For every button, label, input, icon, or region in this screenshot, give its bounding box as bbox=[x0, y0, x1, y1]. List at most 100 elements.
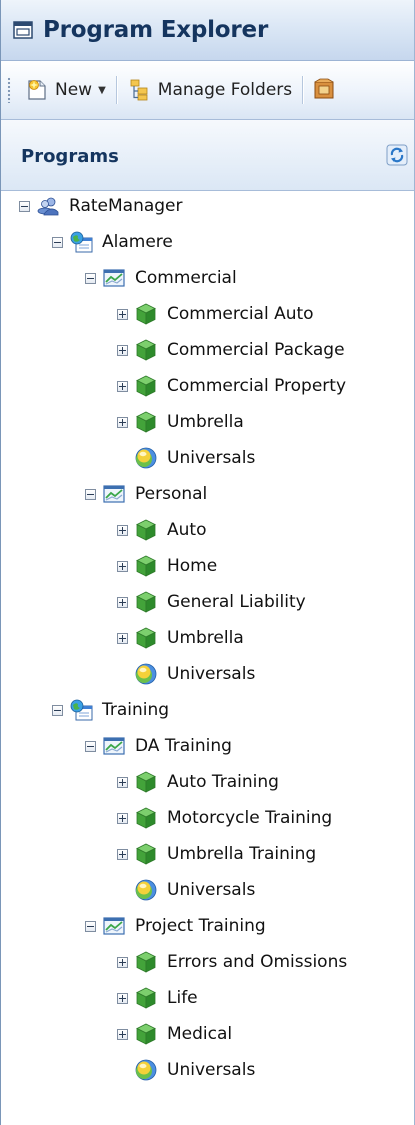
toolbar-overflow-button[interactable] bbox=[308, 72, 340, 108]
new-button-label: New bbox=[55, 80, 93, 100]
tree-node-label: Universals bbox=[167, 880, 256, 900]
program-cube-icon bbox=[136, 843, 156, 865]
program-cube-icon bbox=[136, 951, 156, 973]
tree-program-general-liability[interactable]: General Liability bbox=[117, 587, 306, 617]
tree-program-commercial-package[interactable]: Commercial Package bbox=[117, 335, 345, 365]
program-explorer-window: Program Explorer New ▼ Manage Folders Pr… bbox=[0, 0, 415, 1125]
expand-icon[interactable] bbox=[117, 560, 128, 572]
collapse-icon[interactable] bbox=[19, 200, 30, 212]
tree-folder-personal[interactable]: Personal bbox=[85, 479, 207, 509]
tree-node-label: Universals bbox=[167, 448, 256, 468]
tree-node-label: Commercial Auto bbox=[167, 304, 314, 324]
program-cube-icon bbox=[136, 591, 156, 613]
tree-universals[interactable]: Universals bbox=[117, 875, 255, 905]
expand-icon[interactable] bbox=[117, 380, 128, 392]
collapse-icon[interactable] bbox=[85, 920, 96, 932]
expand-icon[interactable] bbox=[117, 416, 128, 428]
tree-group-alamere[interactable]: Alamere bbox=[52, 227, 173, 257]
collapse-icon[interactable] bbox=[85, 272, 96, 284]
expand-icon[interactable] bbox=[117, 632, 128, 644]
tree-node-label: Home bbox=[167, 556, 218, 576]
tree-program-medical[interactable]: Medical bbox=[117, 1019, 232, 1049]
window-title: Program Explorer bbox=[43, 17, 269, 43]
globe-window-icon bbox=[70, 699, 93, 721]
window-panel-icon bbox=[13, 21, 33, 39]
tree-program-umbrella-training[interactable]: Umbrella Training bbox=[117, 839, 316, 869]
refresh-icon[interactable] bbox=[386, 144, 408, 166]
panel-title: Programs bbox=[21, 146, 119, 167]
tree-program-umbrella[interactable]: Umbrella bbox=[117, 407, 244, 437]
tree-universals[interactable]: Universals bbox=[117, 1055, 255, 1085]
globe-window-icon bbox=[70, 231, 93, 253]
new-dropdown-arrow-icon[interactable]: ▼ bbox=[98, 85, 106, 96]
tree-node-label: General Liability bbox=[167, 592, 306, 612]
tree-folder-commercial[interactable]: Commercial bbox=[85, 263, 237, 293]
tree-node-label: Errors and Omissions bbox=[167, 952, 348, 972]
tree-program-commercial-auto[interactable]: Commercial Auto bbox=[117, 299, 314, 329]
program-cube-icon bbox=[136, 807, 156, 829]
tree-program-home[interactable]: Home bbox=[117, 551, 217, 581]
tree-folder-da-training[interactable]: DA Training bbox=[85, 731, 232, 761]
manage-folders-icon bbox=[130, 79, 148, 101]
expand-icon[interactable] bbox=[117, 848, 128, 860]
program-cube-icon bbox=[136, 375, 156, 397]
tree-program-life[interactable]: Life bbox=[117, 983, 198, 1013]
program-cube-icon bbox=[136, 1023, 156, 1045]
manage-folders-label: Manage Folders bbox=[157, 80, 293, 100]
tree-node-label: Umbrella Training bbox=[167, 844, 317, 864]
new-button[interactable]: New ▼ bbox=[19, 72, 112, 108]
toolbar-separator bbox=[115, 76, 118, 104]
tree-program-errors-and-omissions[interactable]: Errors and Omissions bbox=[117, 947, 347, 977]
program-cube-icon bbox=[136, 339, 156, 361]
database-people-icon bbox=[37, 197, 59, 216]
tree-universals[interactable]: Universals bbox=[117, 659, 255, 689]
collapse-icon[interactable] bbox=[85, 488, 96, 500]
tree-node-label: Medical bbox=[167, 1024, 233, 1044]
tree-node-label: Alamere bbox=[102, 232, 173, 252]
tree-universals[interactable]: Universals bbox=[117, 443, 255, 473]
collapse-icon[interactable] bbox=[52, 236, 63, 248]
program-cube-icon bbox=[136, 555, 156, 577]
expand-icon[interactable] bbox=[117, 956, 128, 968]
toolbar-grip[interactable] bbox=[7, 77, 11, 103]
chart-folder-icon bbox=[103, 485, 125, 503]
universals-icon bbox=[135, 1059, 157, 1081]
tree-node-label: Auto Training bbox=[167, 772, 279, 792]
tree-program-umbrella[interactable]: Umbrella bbox=[117, 623, 244, 653]
expand-icon[interactable] bbox=[117, 992, 128, 1004]
expand-icon[interactable] bbox=[117, 776, 128, 788]
expand-icon[interactable] bbox=[117, 1028, 128, 1040]
universals-icon bbox=[135, 879, 157, 901]
tree-program-auto[interactable]: Auto bbox=[117, 515, 206, 545]
chart-folder-icon bbox=[103, 737, 125, 755]
tree-program-auto-training[interactable]: Auto Training bbox=[117, 767, 279, 797]
tree-root-ratemanager[interactable]: RateManager bbox=[19, 191, 183, 221]
manage-folders-button[interactable]: Manage Folders bbox=[122, 72, 298, 108]
chart-folder-icon bbox=[103, 917, 125, 935]
universals-icon bbox=[135, 447, 157, 469]
tree-program-commercial-property[interactable]: Commercial Property bbox=[117, 371, 346, 401]
chart-folder-icon bbox=[103, 269, 125, 287]
tree-node-label: Training bbox=[102, 700, 170, 720]
tree-node-label: Umbrella bbox=[167, 412, 244, 432]
expand-icon[interactable] bbox=[117, 308, 128, 320]
collapse-icon[interactable] bbox=[85, 740, 96, 752]
expand-icon[interactable] bbox=[117, 344, 128, 356]
tree-folder-project-training[interactable]: Project Training bbox=[85, 911, 266, 941]
toolbar-separator bbox=[302, 76, 305, 104]
expand-icon[interactable] bbox=[117, 524, 128, 536]
collapse-icon[interactable] bbox=[52, 704, 63, 716]
package-icon bbox=[314, 78, 334, 99]
tree-node-label: Universals bbox=[167, 1060, 256, 1080]
tree-node-label: Commercial Package bbox=[167, 340, 345, 360]
tree-node-label: RateManager bbox=[69, 196, 183, 216]
expand-icon[interactable] bbox=[117, 596, 128, 608]
programs-panel-header: Programs bbox=[1, 120, 414, 191]
new-document-icon bbox=[28, 80, 46, 100]
tree-node-label: Commercial Property bbox=[167, 376, 347, 396]
expand-icon[interactable] bbox=[117, 812, 128, 824]
tree-program-motorcycle-training[interactable]: Motorcycle Training bbox=[117, 803, 332, 833]
tree-group-training[interactable]: Training bbox=[52, 695, 169, 725]
